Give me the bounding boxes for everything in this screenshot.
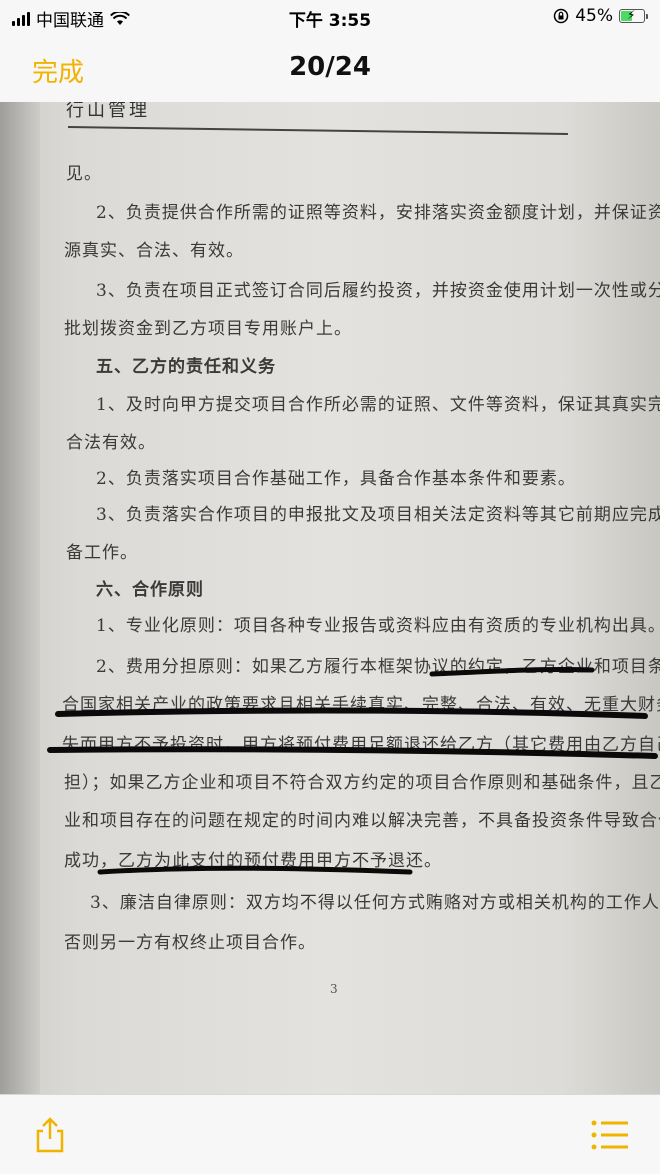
bottom-toolbar bbox=[0, 1094, 660, 1174]
document-photo: 行山管理 见。 2、负责提供合作所需的证照等资料，安排落实资金额度计划，并保证资… bbox=[0, 102, 660, 1094]
status-bar: 中国联通 下午 3:55 45% ⚡ bbox=[0, 0, 660, 34]
battery-charging-icon: ⚡ bbox=[619, 8, 648, 23]
text-line: 成功，乙方为此支付的预付费用甲方不予退还。 bbox=[64, 851, 442, 871]
section-heading: 六、合作原则 bbox=[96, 580, 204, 600]
status-right: 45% ⚡ bbox=[553, 6, 648, 26]
text-line: 合法有效。 bbox=[66, 433, 156, 453]
text-line: 3、负责落实合作项目的申报批文及项目相关法定资料等其它前期应完成的准 bbox=[96, 505, 660, 525]
section-heading: 五、乙方的责任和义务 bbox=[96, 357, 276, 377]
text-line: 源真实、合法、有效。 bbox=[64, 241, 244, 261]
orientation-lock-icon bbox=[553, 8, 569, 24]
battery-percent: 45% bbox=[575, 6, 613, 26]
page-number: 3 bbox=[330, 982, 338, 996]
header-fragment: 行山管理 bbox=[66, 102, 150, 121]
text-line: 3、负责在项目正式签订合同后履约投资，并按资金使用计划一次性或分期分 bbox=[96, 281, 660, 301]
paper-shadow bbox=[0, 102, 40, 1094]
text-line: 见。 bbox=[66, 164, 102, 184]
text-line: 2、负责提供合作所需的证照等资料，安排落实资金额度计划，并保证资金来 bbox=[96, 203, 660, 223]
text-line: 失而甲方不予投资时，甲方将预付费用足额退还给乙方（其它费用由乙方自己承 bbox=[62, 735, 660, 755]
share-icon[interactable] bbox=[30, 1115, 70, 1155]
text-line: 1、专业化原则：项目各种专业报告或资料应由有资质的专业机构出具。 bbox=[96, 616, 660, 636]
text-line: 1、及时向甲方提交项目合作所必需的证照、文件等资料，保证其真实完整、 bbox=[96, 395, 660, 415]
text-line: 批划拨资金到乙方项目专用账户上。 bbox=[64, 319, 352, 339]
header-rule bbox=[67, 126, 568, 135]
text-line: 合国家相关产业的政策要求且相关手续真实、完整、合法、有效、无重大财务过 bbox=[62, 695, 660, 715]
list-icon[interactable] bbox=[590, 1117, 630, 1153]
text-line: 2、负责落实项目合作基础工作，具备合作基本条件和要素。 bbox=[96, 469, 576, 489]
text-line: 业和项目存在的问题在规定的时间内难以解决完善，不具备投资条件导致合作未 bbox=[64, 811, 660, 831]
text-line: 备工作。 bbox=[66, 543, 138, 563]
text-line: 担）；如果乙方企业和项目不符合双方约定的项目合作原则和基础条件，且乙方企 bbox=[64, 773, 660, 793]
text-line: 否则另一方有权终止项目合作。 bbox=[64, 933, 316, 953]
text-line: 3、廉洁自律原则：双方均不得以任何方式贿赂对方或相关机构的工作人员， bbox=[90, 893, 660, 913]
nav-bar: 完成 20/24 bbox=[0, 34, 660, 103]
page-indicator: 20/24 bbox=[289, 52, 371, 82]
text-line: 2、费用分担原则：如果乙方履行本框架协议的约定，乙方企业和项目条件符 bbox=[96, 657, 660, 677]
